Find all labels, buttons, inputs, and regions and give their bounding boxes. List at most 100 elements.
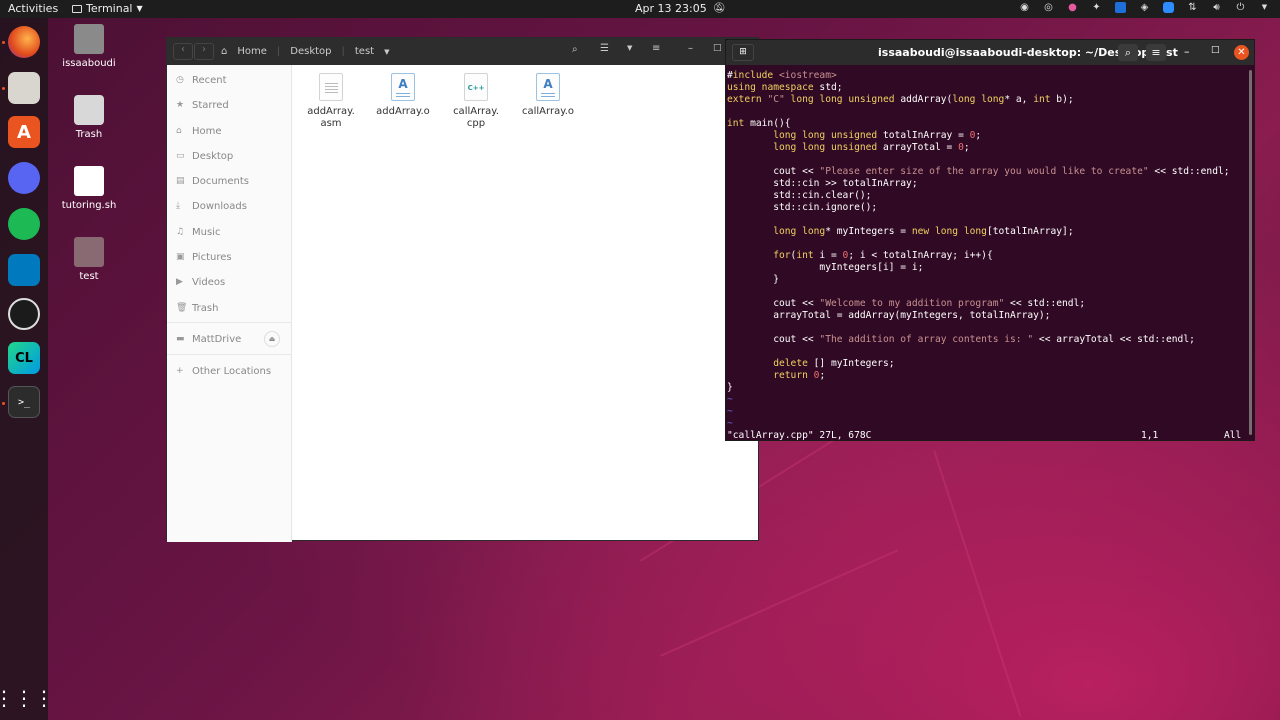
sidebar-item-starred[interactable]: ★ Starred — [176, 97, 229, 113]
terminal-icon — [72, 4, 82, 13]
sidebar-item-downloads[interactable]: ⤓ Downloads — [176, 198, 247, 214]
sidebar-item-label: Starred — [192, 99, 229, 111]
document-icon: ▤ — [176, 175, 185, 186]
app-menu-label: Terminal — [86, 2, 133, 15]
wifi-tray-icon[interactable]: ✦ — [1091, 2, 1102, 13]
sidebar-item-label: Desktop — [192, 150, 234, 162]
sidebar-item-pictures[interactable]: ▣ Pictures — [176, 249, 232, 265]
desktop-icon-home[interactable]: issaaboudi — [49, 24, 129, 69]
sidebar-item-mattdrive[interactable]: ▬ MattDrive — [176, 331, 241, 347]
breadcrumb-home[interactable]: Home — [237, 46, 267, 57]
video-icon: ▶ — [176, 276, 183, 287]
show-apps-icon[interactable]: ⋮⋮⋮ — [0, 682, 54, 714]
obs-icon[interactable] — [8, 298, 40, 330]
desktop-icon-script[interactable]: tutoring.sh — [49, 166, 129, 211]
terminal-titlebar[interactable]: ⊞ issaaboudi@issaaboudi-desktop: ~/Deskt… — [726, 40, 1254, 65]
code-line: for(int i = 0; i < totalInArray; i++){ — [773, 250, 993, 261]
file-name: callArray.o — [522, 106, 574, 117]
firefox-icon[interactable] — [8, 26, 40, 58]
sidebar-item-trash[interactable]: 🗑︎ Trash — [176, 300, 218, 316]
app-menu[interactable]: Terminal ▼ — [72, 2, 143, 15]
code-line: std::cin >> totalInArray; — [727, 178, 918, 189]
sidebar-item-desktop[interactable]: ▭ Desktop — [176, 148, 233, 164]
code-line: using namespace std; — [727, 82, 843, 93]
discord-icon[interactable] — [8, 162, 40, 194]
sidebar-item-music[interactable]: ♫ Music — [176, 224, 220, 240]
file-item[interactable]: C++ callArray. cpp — [446, 73, 506, 130]
maximize-button[interactable]: □ — [713, 43, 722, 53]
running-indicator — [2, 87, 5, 90]
file-item[interactable]: A callArray.o — [518, 73, 578, 118]
back-button[interactable]: ‹ — [173, 43, 193, 60]
sidebar-item-documents[interactable]: ▤ Documents — [176, 173, 249, 189]
file-item[interactable]: A addArray.o — [373, 73, 433, 118]
sidebar-item-videos[interactable]: ▶ Videos — [176, 274, 225, 290]
menu-icon[interactable]: ≡ — [1146, 44, 1166, 61]
clion-icon[interactable]: CL — [8, 342, 40, 374]
drive-icon: ▬ — [176, 333, 185, 344]
search-icon[interactable]: ⌕ — [1118, 44, 1138, 61]
view-options-icon[interactable]: ▼ — [627, 44, 632, 52]
trash-icon — [74, 95, 104, 125]
spotify-icon[interactable] — [8, 208, 40, 240]
terminal-dock-icon[interactable]: >_ — [8, 386, 40, 418]
desktop-icon-trash[interactable]: Trash — [49, 95, 129, 140]
chevron-down-icon[interactable]: ▼ — [384, 48, 389, 56]
sidebar-item-home[interactable]: ⌂ Home — [176, 123, 222, 139]
sidebar-item-other-locations[interactable]: + Other Locations — [176, 363, 271, 379]
eject-icon[interactable]: ⏏ — [264, 331, 280, 347]
view-list-icon[interactable]: ☰ — [600, 43, 609, 54]
chrome-tray-icon[interactable]: ◎ — [1043, 2, 1054, 13]
network-icon[interactable]: ⇅ — [1187, 2, 1198, 13]
home-folder-icon — [74, 24, 104, 54]
breadcrumb: ⌂ Home | Desktop | test ▼ — [221, 43, 390, 60]
minimize-button[interactable]: – — [1184, 45, 1190, 58]
breadcrumb-separator: | — [341, 46, 345, 57]
close-button[interactable]: ✕ — [1234, 45, 1249, 60]
code-line: } — [727, 382, 733, 393]
menu-icon[interactable]: ≡ — [652, 43, 660, 54]
file-item[interactable]: addArray. asm — [301, 73, 361, 130]
plus-icon: + — [176, 365, 184, 376]
desktop-icon-test[interactable]: test — [49, 237, 129, 282]
scrollbar[interactable] — [1249, 70, 1252, 435]
activities-button[interactable]: Activities — [8, 2, 58, 15]
sidebar-item-label: Music — [192, 226, 221, 238]
code-line: myIntegers[i] = i; — [727, 262, 924, 273]
breadcrumb-desktop[interactable]: Desktop — [290, 46, 331, 57]
software-icon[interactable]: A — [8, 116, 40, 148]
minimize-button[interactable]: – — [688, 43, 693, 54]
trello-tray-icon[interactable] — [1115, 2, 1126, 13]
sidebar-divider — [167, 354, 292, 355]
volume-icon[interactable]: 🔊︎ — [1211, 2, 1222, 13]
discord-tray-icon[interactable]: ◉ — [1019, 2, 1030, 13]
trello-icon[interactable] — [8, 254, 40, 286]
forward-button[interactable]: › — [194, 43, 214, 60]
clock-icon: ◷ — [176, 74, 184, 85]
search-icon[interactable]: ⌕ — [572, 44, 578, 55]
code-line: delete [] myIntegers; — [773, 358, 895, 369]
power-icon[interactable]: ⏻ — [1235, 2, 1246, 13]
vpn-tray-icon[interactable]: ◈ — [1139, 2, 1150, 13]
sidebar-item-label: Home — [192, 125, 222, 137]
sidebar-item-label: Trash — [192, 302, 219, 314]
maximize-button[interactable]: □ — [1211, 45, 1220, 55]
running-indicator — [2, 402, 5, 405]
app-tray-icon[interactable]: ● — [1067, 2, 1078, 13]
new-tab-icon[interactable]: ⊞ — [732, 44, 754, 61]
clock-label: Apr 13 23:05 — [635, 2, 707, 15]
system-tray[interactable]: ◉ ◎ ● ✦ ◈ ⇅ 🔊︎ ⏻ ▼ — [1019, 2, 1270, 13]
caret-down-icon[interactable]: ▼ — [1259, 2, 1270, 13]
terminal-content[interactable]: #include <iostream> using namespace std; e… — [726, 70, 1254, 430]
clock[interactable]: Apr 13 23:05 🔕︎ — [635, 2, 725, 15]
code-line: long long* myIntegers = new long long[to… — [773, 226, 1074, 237]
files-icon[interactable] — [8, 72, 40, 104]
sidebar-item-recent[interactable]: ◷ Recent — [176, 72, 227, 88]
breadcrumb-test[interactable]: test — [355, 46, 374, 57]
zoom-tray-icon[interactable] — [1163, 2, 1174, 13]
vim-status-line: "callArray.cpp" 27L, 678C 1,1 All — [727, 430, 1253, 441]
